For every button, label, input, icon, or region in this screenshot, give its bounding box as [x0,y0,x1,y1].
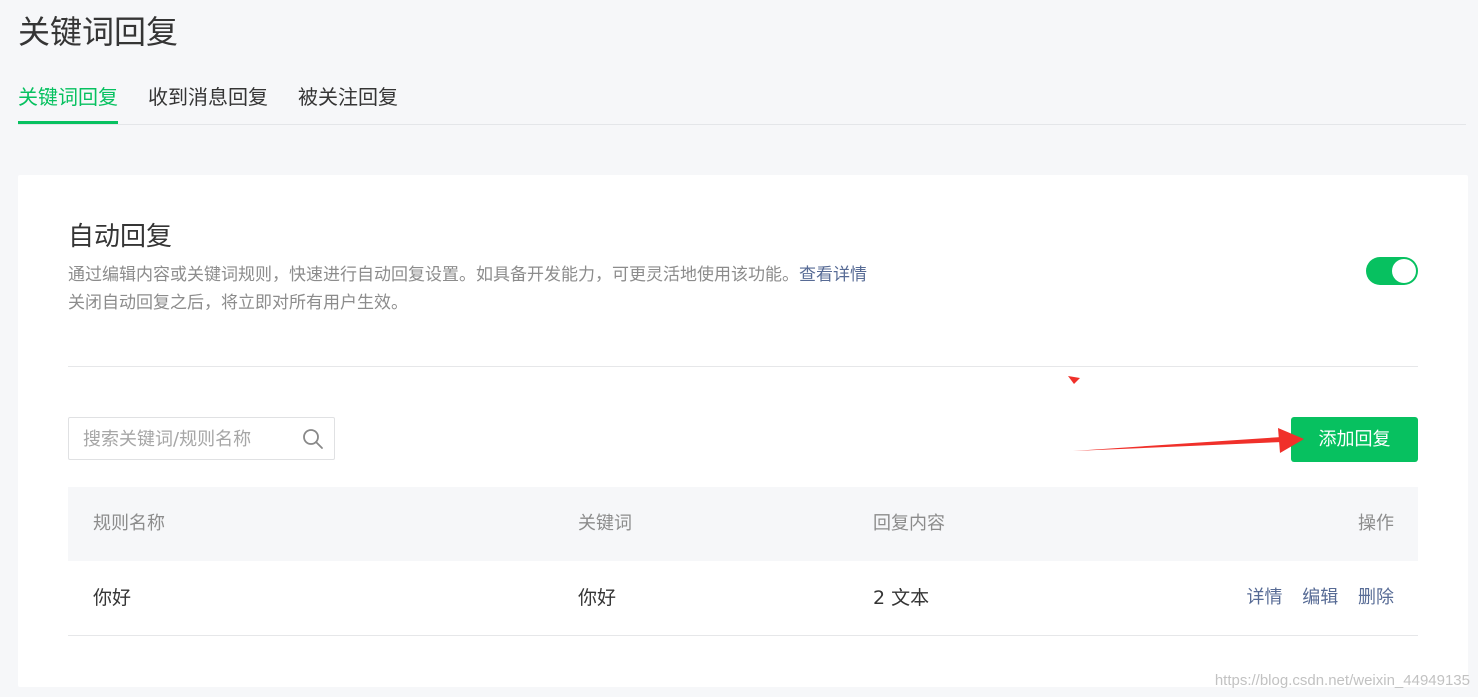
section-title: 自动回复 [68,222,173,252]
table-row: 你好 你好 2 文本 详情 编辑 删除 [68,561,1418,636]
add-reply-button[interactable]: 添加回复 [1291,417,1418,462]
delete-link[interactable]: 删除 [1358,587,1394,608]
divider [68,366,1418,367]
cell-reply-content: 2 文本 [873,587,930,609]
cell-rule-name: 你好 [93,587,132,609]
toggle-knob [1392,259,1416,283]
header-keyword: 关键词 [578,513,632,534]
tab-message-reply[interactable]: 收到消息回复 [148,78,268,124]
watermark: https://blog.csdn.net/weixin_44949135 [1214,672,1470,689]
tab-bar: 关键词回复 收到消息回复 被关注回复 [18,78,1466,125]
details-link-row[interactable]: 详情 [1247,587,1283,608]
page-title: 关键词回复 [18,13,179,51]
header-rule-name: 规则名称 [93,513,165,534]
header-actions: 操作 [1358,513,1394,534]
description-line-2: 关闭自动回复之后，将立即对所有用户生效。 [68,293,408,313]
details-link[interactable]: 查看详情 [799,265,867,285]
description-line-1: 通过编辑内容或关键词规则，快速进行自动回复设置。如具备开发能力，可更灵活地使用该… [68,265,799,285]
row-actions: 详情 编辑 删除 [1233,561,1394,635]
search-icon[interactable] [302,428,324,450]
section-description: 通过编辑内容或关键词规则，快速进行自动回复设置。如具备开发能力，可更灵活地使用该… [68,261,867,317]
auto-reply-toggle[interactable] [1366,257,1418,285]
cell-keyword: 你好 [578,587,617,609]
annotation-arrow [1068,376,1304,453]
reply-rules-table: 规则名称 关键词 回复内容 操作 你好 你好 2 文本 详情 编辑 删除 [68,487,1418,636]
header-reply-content: 回复内容 [873,513,945,534]
table-header: 规则名称 关键词 回复内容 操作 [68,487,1418,561]
search-box [68,417,335,461]
edit-link[interactable]: 编辑 [1302,587,1338,608]
search-input[interactable] [81,418,295,461]
tab-keyword-reply[interactable]: 关键词回复 [18,78,118,124]
tab-follow-reply[interactable]: 被关注回复 [298,78,398,124]
